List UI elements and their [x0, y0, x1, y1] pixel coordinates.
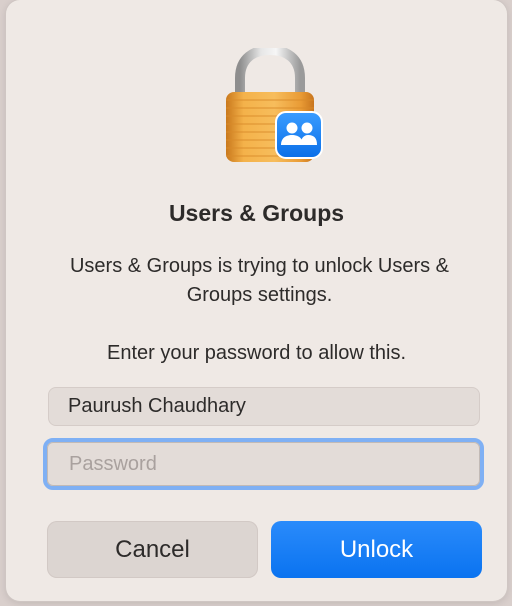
unlock-button[interactable]: Unlock	[271, 521, 482, 578]
authentication-dialog: Users & Groups Users & Groups is trying …	[6, 0, 507, 601]
lock-with-users-badge-icon	[220, 48, 324, 166]
password-field-focus-ring	[43, 438, 484, 490]
cancel-button[interactable]: Cancel	[47, 521, 258, 578]
password-prompt: Enter your password to allow this.	[106, 342, 407, 364]
dialog-message: Users & Groups is trying to unlock Users…	[69, 255, 449, 306]
dialog-title: Users & Groups	[168, 200, 345, 226]
password-input[interactable]	[47, 442, 480, 486]
username-field[interactable]: Paurush Chaudhary	[48, 387, 480, 426]
